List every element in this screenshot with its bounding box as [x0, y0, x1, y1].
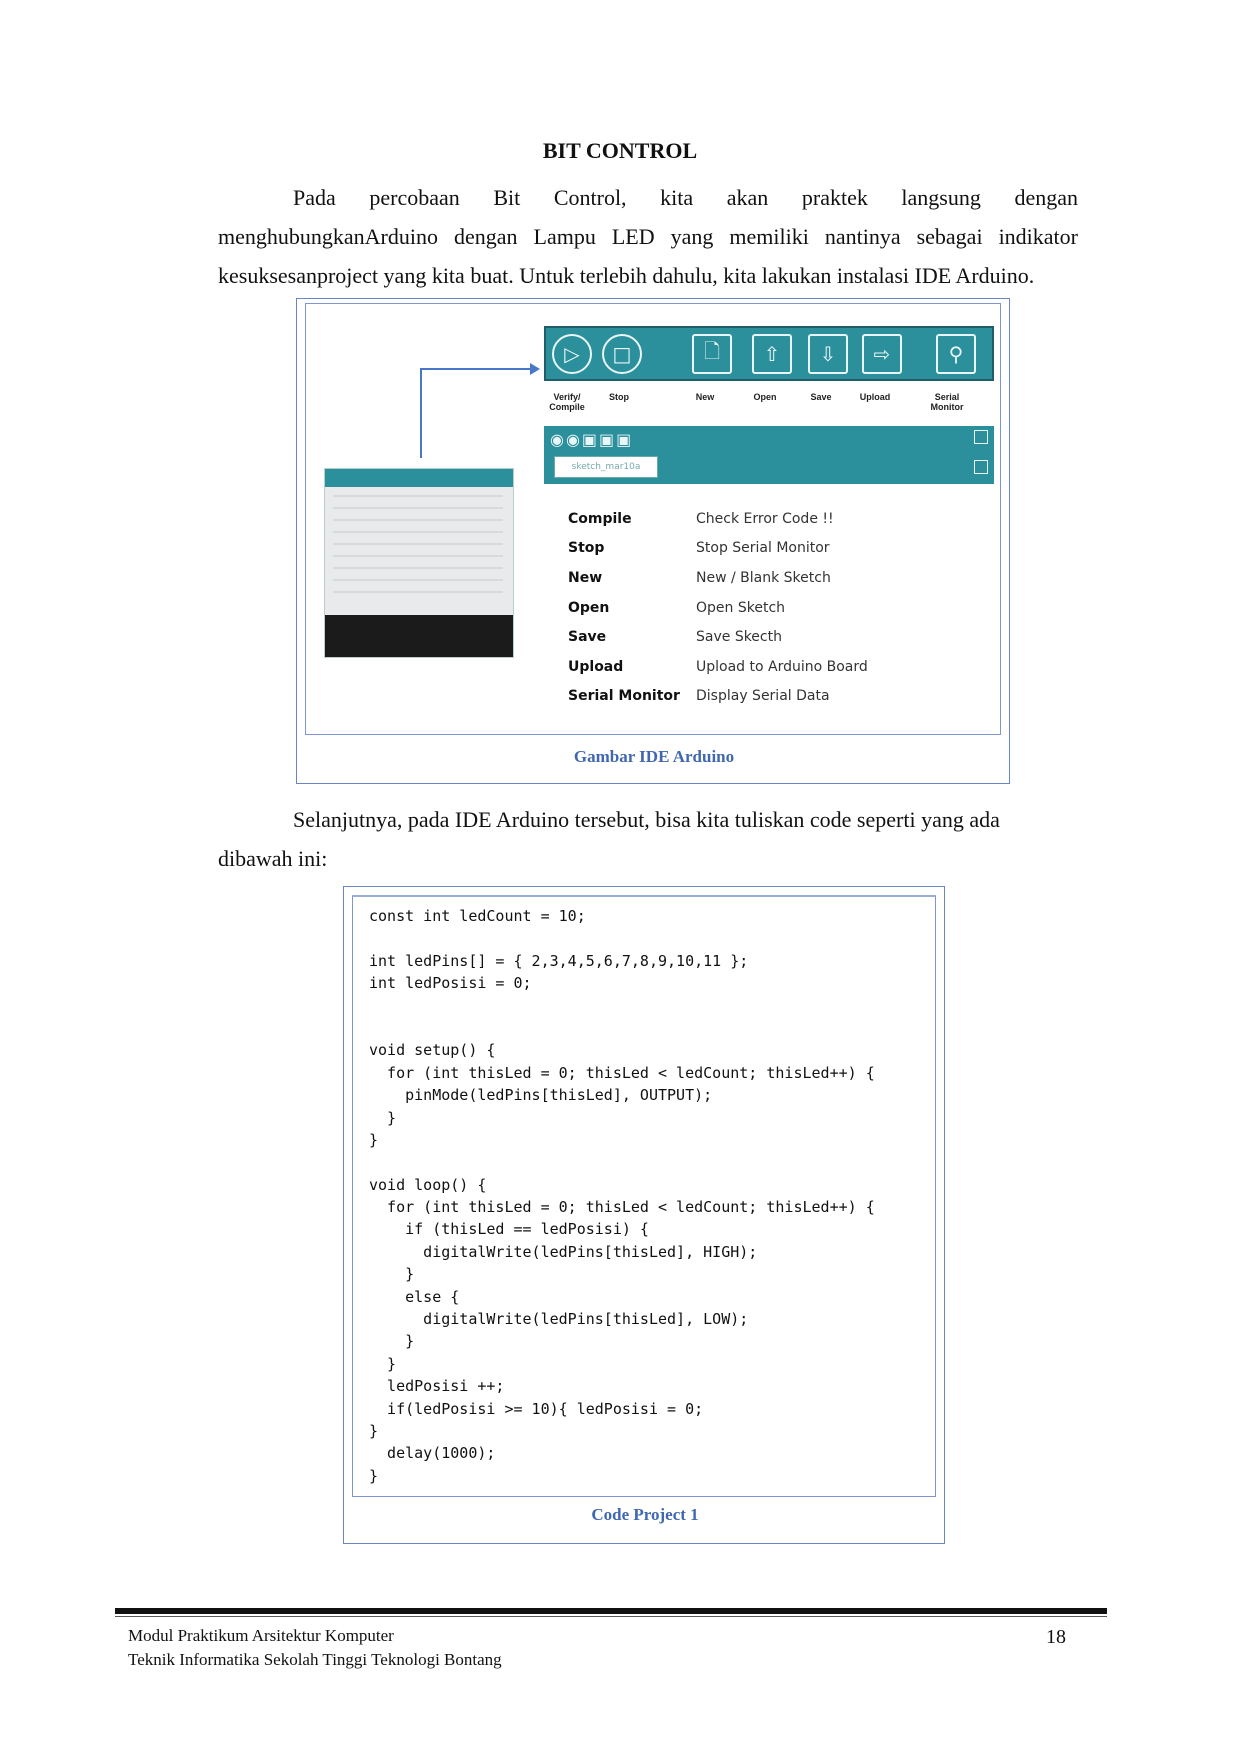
page-number: 18: [1046, 1626, 1066, 1648]
code-line: }: [369, 1130, 379, 1149]
ide-window-thumbnail: [324, 468, 514, 658]
ide-figure-frame: ▷ □ 🗋 ⇧ ⇩ ⇨ ⚲ Verify/ Compile Stop New O…: [305, 303, 1001, 735]
code-listing: const int ledCount = 10; int ledPins[] = …: [369, 905, 875, 1487]
label-serial-monitor: Serial Monitor: [930, 392, 964, 412]
thumbnail-toolbar: [325, 469, 513, 487]
stop-icon: □: [602, 334, 642, 374]
code-line: int ledPosisi = 0;: [369, 974, 532, 993]
code-figure: const int ledCount = 10; int ledPins[] = …: [343, 886, 945, 1544]
legend-value: Save Skecth: [696, 629, 782, 646]
code-line: }: [369, 1108, 397, 1127]
legend-row: New New / Blank Sketch: [568, 563, 916, 593]
footer-line-1: Modul Praktikum Arsitektur Komputer: [128, 1626, 394, 1645]
serial-monitor-small-icon: [974, 430, 988, 444]
ide-header-strip: ◉◉▣▣▣ sketch_mar10a: [544, 426, 994, 484]
code-line: }: [369, 1421, 379, 1440]
code-line: digitalWrite(ledPins[thisLed], HIGH);: [369, 1242, 758, 1261]
legend-value: New / Blank Sketch: [696, 569, 831, 586]
label-upload: Upload: [859, 392, 891, 402]
footer-text: Modul Praktikum Arsitektur Komputer Tekn…: [128, 1624, 502, 1672]
save-icon: ⇩: [808, 334, 848, 374]
serial-monitor-icon: ⚲: [936, 334, 976, 374]
code-line: pinMode(ledPins[thisLed], OUTPUT);: [369, 1086, 713, 1105]
label-new: New: [695, 392, 715, 402]
legend-value: Open Sketch: [696, 599, 786, 616]
thumbnail-console: [325, 615, 513, 657]
legend-key: Compile: [568, 510, 632, 527]
legend-key: New: [568, 569, 603, 586]
sketch-tab: sketch_mar10a: [554, 456, 658, 478]
code-line: }: [369, 1332, 415, 1351]
tab-menu-icon: [974, 460, 988, 474]
code-line: }: [369, 1466, 379, 1485]
legend-key: Open: [568, 599, 610, 616]
label-verify-compile: Verify/ Compile: [549, 392, 585, 412]
verify-icon: ▷: [552, 334, 592, 374]
upload-icon: ⇨: [862, 334, 902, 374]
code-line: void loop() {: [369, 1175, 487, 1194]
code-line: for (int thisLed = 0; thisLed < ledCount…: [369, 1198, 875, 1217]
code-line: digitalWrite(ledPins[thisLed], LOW);: [369, 1310, 749, 1329]
legend-value: Stop Serial Monitor: [696, 540, 830, 557]
label-save: Save: [810, 392, 832, 402]
legend-row: Serial Monitor Display Serial Data: [568, 682, 916, 712]
open-icon: ⇧: [752, 334, 792, 374]
code-line: }: [369, 1354, 397, 1373]
label-open: Open: [753, 392, 777, 402]
toolbar-legend: Compile Check Error Code !! Stop Stop Se…: [568, 504, 916, 711]
legend-row: Upload Upload to Arduino Board: [568, 652, 916, 682]
code-line: for (int thisLed = 0; thisLed < ledCount…: [369, 1063, 875, 1082]
legend-key: Serial Monitor: [568, 688, 680, 705]
code-line: void setup() {: [369, 1041, 496, 1060]
ide-toolbar: ▷ □ 🗋 ⇧ ⇩ ⇨ ⚲: [544, 326, 994, 381]
page-title: BIT CONTROL: [542, 138, 698, 163]
small-toolbar-icons: ◉◉▣▣▣: [550, 430, 634, 449]
code-line: delay(1000);: [369, 1444, 496, 1463]
legend-key: Stop: [568, 540, 605, 557]
code-line: const int ledCount = 10;: [369, 907, 586, 925]
code-line: else {: [369, 1287, 460, 1306]
arrow-head-icon: [530, 363, 540, 375]
footer-rule: [115, 1608, 1107, 1614]
legend-row: Open Open Sketch: [568, 593, 916, 623]
legend-key: Upload: [568, 658, 624, 675]
footer-line-2: Teknik Informatika Sekolah Tinggi Teknol…: [128, 1650, 502, 1669]
legend-value: Upload to Arduino Board: [696, 658, 868, 675]
code-line: }: [369, 1265, 415, 1284]
code-line: if (thisLed == ledPosisi) {: [369, 1220, 649, 1239]
code-line: if(ledPosisi >= 10){ ledPosisi = 0;: [369, 1399, 704, 1418]
pointer-line-horizontal: [420, 368, 534, 370]
figure-caption: Gambar IDE Arduino: [573, 747, 735, 766]
legend-key: Save: [568, 629, 607, 646]
label-stop: Stop: [609, 392, 629, 402]
legend-row: Save Save Skecth: [568, 622, 916, 652]
ide-figure: ▷ □ 🗋 ⇧ ⇩ ⇨ ⚲ Verify/ Compile Stop New O…: [296, 298, 1010, 784]
second-paragraph: Selanjutnya, pada IDE Arduino tersebut, …: [218, 807, 1000, 871]
code-line: ledPosisi ++;: [369, 1377, 505, 1396]
code-caption: Code Project 1: [591, 1505, 699, 1524]
legend-row: Compile Check Error Code !!: [568, 504, 916, 534]
legend-value: Check Error Code !!: [696, 510, 834, 527]
legend-value: Display Serial Data: [696, 688, 830, 705]
thumbnail-editor: [333, 495, 503, 595]
code-line: int ledPins[] = { 2,3,4,5,6,7,8,9,10,11 …: [369, 951, 749, 970]
legend-row: Stop Stop Serial Monitor: [568, 534, 916, 564]
pointer-line-vertical: [420, 368, 422, 458]
code-frame: const int ledCount = 10; int ledPins[] = …: [352, 895, 936, 1497]
new-file-icon: 🗋: [692, 334, 732, 374]
footer-rule-thin: [115, 1616, 1107, 1617]
intro-paragraph: Pada percobaan Bit Control, kita akan pr…: [218, 185, 1078, 288]
